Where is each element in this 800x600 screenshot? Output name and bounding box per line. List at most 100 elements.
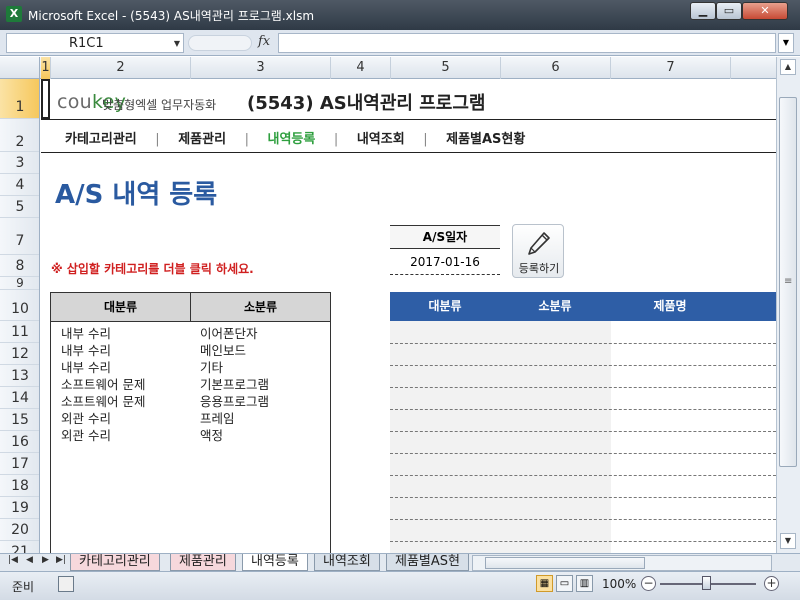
row-header[interactable]: 16 (0, 431, 39, 453)
sheet-tab-product[interactable]: 제품관리 (170, 554, 236, 571)
row-divider (390, 343, 776, 344)
window-title: Microsoft Excel - (5543) AS내역관리 프로그램.xls… (28, 9, 315, 23)
register-button[interactable]: 등록하기 (512, 224, 564, 278)
row-divider (390, 431, 776, 432)
prev-sheet-icon[interactable]: ◀ (26, 555, 33, 565)
row-header[interactable]: 3 (0, 152, 39, 174)
row-header[interactable]: 8 (0, 255, 39, 277)
sheet-tab-register[interactable]: 내역등록 (242, 554, 308, 571)
row-header[interactable]: 1 (0, 79, 39, 119)
record-macro-icon[interactable] (58, 576, 74, 592)
nav-separator: | (423, 132, 428, 147)
minimize-button[interactable]: ▁ (690, 2, 716, 20)
row-header[interactable]: 15 (0, 409, 39, 431)
worksheet[interactable]: coukey 맞춤형엑셀 업무자동화 (5543) AS내역관리 프로그램 카테… (41, 79, 776, 553)
next-sheet-icon[interactable]: ▶ (42, 555, 49, 565)
header-divider (41, 119, 776, 120)
zoom-out-button[interactable]: − (641, 576, 656, 591)
zoom-in-button[interactable]: + (764, 576, 779, 591)
sheet-tab-category[interactable]: 카테고리관리 (70, 554, 160, 571)
table-row[interactable]: 소프트웨어 문제 응용프로그램 (51, 391, 330, 409)
vertical-scrollbar[interactable]: ▲ ≡ ▼ (776, 57, 800, 553)
row-header[interactable]: 21 (0, 541, 39, 553)
row-header[interactable]: 13 (0, 365, 39, 387)
last-sheet-icon[interactable]: ▶| (56, 555, 66, 565)
table-row[interactable]: 외관 수리 프레임 (51, 408, 330, 426)
status-bar: 준비 ▦ ▭ ▥ 100% − + (0, 571, 800, 600)
sheet-tab-product-as-status[interactable]: 제품별AS현 (386, 554, 469, 571)
scroll-up-icon[interactable]: ▲ (780, 59, 796, 75)
select-all-corner[interactable] (0, 57, 40, 79)
row-header[interactable]: 4 (0, 174, 39, 196)
formula-buttons-collapsed (188, 35, 252, 51)
table-row[interactable]: 내부 수리 메인보드 (51, 340, 330, 358)
row-header[interactable]: 7 (0, 218, 39, 255)
nav-item-register[interactable]: 내역등록 (268, 128, 316, 147)
excel-icon: X (6, 6, 22, 22)
horizontal-scroll-thumb[interactable] (485, 557, 645, 569)
vertical-scroll-thumb[interactable]: ≡ (779, 97, 797, 467)
nav-item-history[interactable]: 내역조회 (357, 128, 405, 147)
row-header[interactable]: 19 (0, 497, 39, 519)
column-header[interactable]: 2 (51, 57, 191, 79)
row-header[interactable]: 18 (0, 475, 39, 497)
insert-function-icon[interactable]: fx (258, 34, 270, 49)
nav-menu: 카테고리관리 | 제품관리 | 내역등록 | 내역조회 | 제품별AS현황 (65, 128, 525, 147)
row-header[interactable]: 2 (0, 119, 39, 152)
table-row[interactable]: 내부 수리 이어폰단자 (51, 323, 330, 341)
expand-formula-bar-button[interactable]: ▼ (778, 33, 794, 53)
column-header[interactable]: 4 (331, 57, 391, 79)
formula-input[interactable] (278, 33, 776, 53)
as-date-label: A/S일자 (390, 225, 500, 249)
row-header[interactable]: 14 (0, 387, 39, 409)
nav-item-product[interactable]: 제품관리 (178, 128, 226, 147)
ready-status: 준비 (12, 580, 35, 594)
chevron-down-icon[interactable]: ▼ (174, 39, 180, 48)
column-header[interactable]: 3 (191, 57, 331, 79)
normal-view-icon[interactable]: ▦ (536, 575, 553, 592)
row-header[interactable]: 20 (0, 519, 39, 541)
nav-item-product-as-status[interactable]: 제품별AS현황 (446, 128, 525, 147)
column-header[interactable]: 5 (391, 57, 501, 79)
horizontal-scrollbar[interactable] (472, 555, 772, 571)
column-header[interactable]: 1 (41, 57, 51, 79)
row-header[interactable]: 17 (0, 453, 39, 475)
entry-table: 대분류 소분류 제품명 (390, 292, 776, 553)
table-row[interactable]: 외관 수리 액정 (51, 425, 330, 443)
scroll-down-icon[interactable]: ▼ (780, 533, 796, 549)
column-header[interactable]: 7 (611, 57, 731, 79)
as-date-value[interactable]: 2017-01-16 (390, 249, 500, 275)
close-button[interactable]: ✕ (742, 2, 788, 20)
column-header[interactable]: 6 (501, 57, 611, 79)
zoom-slider-thumb[interactable] (702, 576, 711, 590)
first-sheet-icon[interactable]: |◀ (8, 555, 18, 565)
name-box[interactable]: R1C1 ▼ (6, 33, 184, 53)
cell-major: 외관 수리 (61, 428, 111, 443)
formula-bar: R1C1 ▼ fx ▼ (0, 30, 800, 56)
sheet-tab-bar: |◀ ◀ ▶ ▶| 카테고리관리 제품관리 내역등록 내역조회 제품별AS현 (0, 553, 800, 571)
table-row[interactable]: 내부 수리 기타 (51, 357, 330, 375)
row-divider (390, 365, 776, 366)
row-headers: 1 2 3 4 5 7 8 9 10 11 12 13 14 15 16 17 … (0, 79, 40, 553)
row-header[interactable]: 11 (0, 321, 39, 343)
column-header-major: 대분류 (51, 293, 191, 321)
sheet-tab-history[interactable]: 내역조회 (314, 554, 380, 571)
row-header[interactable]: 9 (0, 277, 39, 290)
table-row[interactable]: 소프트웨어 문제 기본프로그램 (51, 374, 330, 392)
page-break-view-icon[interactable]: ▥ (576, 575, 593, 592)
page-heading: A/S 내역 등록 (55, 180, 218, 210)
zoom-level[interactable]: 100% (602, 577, 636, 591)
column-header-major: 대분류 (428, 299, 462, 313)
as-date-field: A/S일자 2017-01-16 (390, 225, 500, 277)
column-headers: 1 2 3 4 5 6 7 (0, 57, 776, 79)
row-header[interactable]: 10 (0, 290, 39, 321)
nav-separator: | (155, 132, 160, 147)
maximize-button[interactable]: ▭ (716, 2, 742, 20)
active-cell[interactable] (41, 79, 50, 119)
nav-item-category[interactable]: 카테고리관리 (65, 128, 137, 147)
row-header[interactable]: 12 (0, 343, 39, 365)
row-divider (390, 519, 776, 520)
page-layout-view-icon[interactable]: ▭ (556, 575, 573, 592)
row-header[interactable]: 5 (0, 196, 39, 218)
title-bar: X Microsoft Excel - (5543) AS내역관리 프로그램.x… (0, 0, 800, 30)
